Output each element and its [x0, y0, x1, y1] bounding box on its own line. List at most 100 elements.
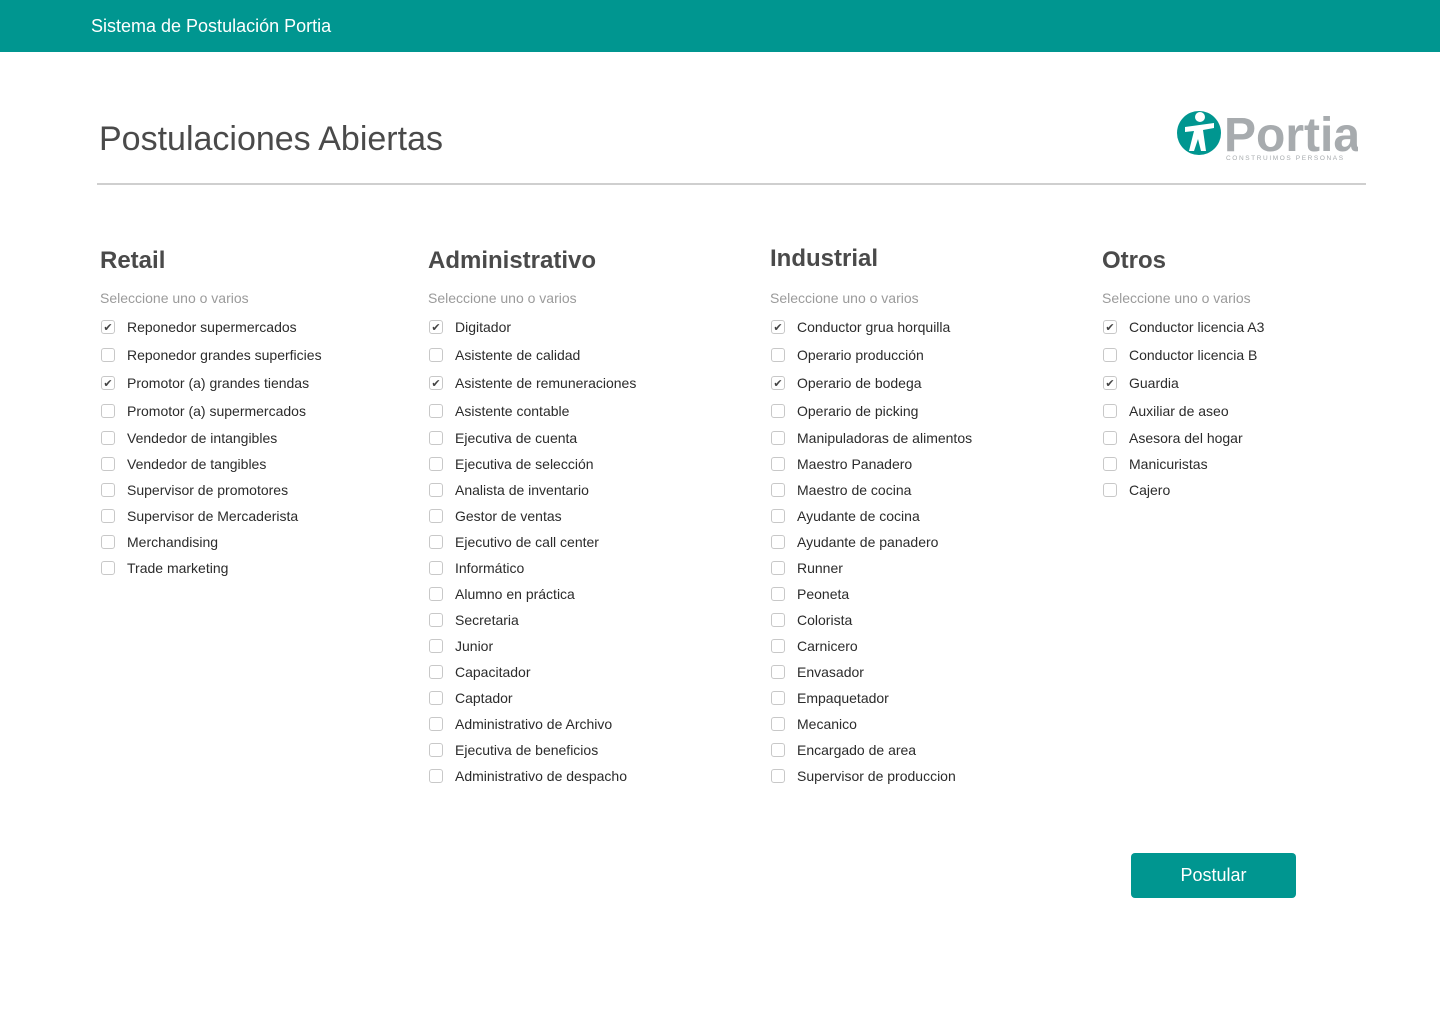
checkbox[interactable] — [1103, 376, 1117, 390]
checkbox[interactable] — [429, 665, 443, 679]
job-option[interactable]: Promotor (a) supermercados — [100, 397, 400, 425]
job-option[interactable]: Manipuladoras de alimentos — [770, 425, 1070, 451]
checkbox[interactable] — [101, 376, 115, 390]
checkbox[interactable] — [771, 613, 785, 627]
job-option[interactable]: Alumno en práctica — [428, 581, 728, 607]
checkbox[interactable] — [429, 769, 443, 783]
checkbox[interactable] — [771, 509, 785, 523]
checkbox[interactable] — [101, 509, 115, 523]
job-option[interactable]: Supervisor de promotores — [100, 477, 400, 503]
job-option[interactable]: Runner — [770, 555, 1070, 581]
checkbox[interactable] — [101, 483, 115, 497]
checkbox[interactable] — [429, 320, 443, 334]
checkbox[interactable] — [771, 587, 785, 601]
job-option[interactable]: Junior — [428, 633, 728, 659]
checkbox[interactable] — [429, 483, 443, 497]
checkbox[interactable] — [771, 483, 785, 497]
job-option[interactable]: Asistente de calidad — [428, 341, 728, 369]
checkbox[interactable] — [771, 561, 785, 575]
job-option[interactable]: Secretaria — [428, 607, 728, 633]
job-option[interactable]: Asistente de remuneraciones — [428, 369, 728, 397]
job-option[interactable]: Manicuristas — [1102, 451, 1402, 477]
job-option[interactable]: Trade marketing — [100, 555, 400, 581]
checkbox[interactable] — [771, 320, 785, 334]
job-option[interactable]: Analista de inventario — [428, 477, 728, 503]
checkbox[interactable] — [1103, 348, 1117, 362]
job-option[interactable]: Colorista — [770, 607, 1070, 633]
checkbox[interactable] — [1103, 404, 1117, 418]
checkbox[interactable] — [1103, 483, 1117, 497]
checkbox[interactable] — [771, 639, 785, 653]
job-option[interactable]: Maestro Panadero — [770, 451, 1070, 477]
checkbox[interactable] — [429, 743, 443, 757]
checkbox[interactable] — [429, 376, 443, 390]
job-option[interactable]: Encargado de area — [770, 737, 1070, 763]
checkbox[interactable] — [429, 535, 443, 549]
checkbox[interactable] — [429, 348, 443, 362]
job-option[interactable]: Auxiliar de aseo — [1102, 397, 1402, 425]
job-option[interactable]: Promotor (a) grandes tiendas — [100, 369, 400, 397]
job-option[interactable]: Ejecutiva de cuenta — [428, 425, 728, 451]
job-option[interactable]: Cajero — [1102, 477, 1402, 503]
checkbox[interactable] — [429, 457, 443, 471]
checkbox[interactable] — [101, 535, 115, 549]
job-option[interactable]: Conductor licencia B — [1102, 341, 1402, 369]
job-option[interactable]: Asistente contable — [428, 397, 728, 425]
checkbox[interactable] — [429, 509, 443, 523]
job-option[interactable]: Informático — [428, 555, 728, 581]
checkbox[interactable] — [771, 743, 785, 757]
job-option[interactable]: Operario producción — [770, 341, 1070, 369]
checkbox[interactable] — [1103, 431, 1117, 445]
job-option[interactable]: Mecanico — [770, 711, 1070, 737]
postular-button[interactable]: Postular — [1131, 853, 1296, 898]
job-option[interactable]: Ejecutiva de selección — [428, 451, 728, 477]
checkbox[interactable] — [101, 404, 115, 418]
job-option[interactable]: Empaquetador — [770, 685, 1070, 711]
job-option[interactable]: Operario de bodega — [770, 369, 1070, 397]
job-option[interactable]: Capacitador — [428, 659, 728, 685]
checkbox[interactable] — [429, 717, 443, 731]
job-option[interactable]: Ayudante de panadero — [770, 529, 1070, 555]
job-option[interactable]: Reponedor supermercados — [100, 313, 400, 341]
job-option[interactable]: Conductor licencia A3 — [1102, 313, 1402, 341]
checkbox[interactable] — [771, 691, 785, 705]
checkbox[interactable] — [101, 348, 115, 362]
job-option[interactable]: Merchandising — [100, 529, 400, 555]
checkbox[interactable] — [429, 404, 443, 418]
checkbox[interactable] — [1103, 320, 1117, 334]
checkbox[interactable] — [771, 404, 785, 418]
job-option[interactable]: Vendedor de tangibles — [100, 451, 400, 477]
job-option[interactable]: Reponedor grandes superficies — [100, 341, 400, 369]
job-option[interactable]: Carnicero — [770, 633, 1070, 659]
checkbox[interactable] — [101, 431, 115, 445]
job-option[interactable]: Administrativo de Archivo — [428, 711, 728, 737]
checkbox[interactable] — [771, 535, 785, 549]
job-option[interactable]: Captador — [428, 685, 728, 711]
checkbox[interactable] — [429, 639, 443, 653]
job-option[interactable]: Peoneta — [770, 581, 1070, 607]
job-option[interactable]: Administrativo de despacho — [428, 763, 728, 789]
job-option[interactable]: Digitador — [428, 313, 728, 341]
checkbox[interactable] — [771, 457, 785, 471]
checkbox[interactable] — [771, 665, 785, 679]
job-option[interactable]: Envasador — [770, 659, 1070, 685]
checkbox[interactable] — [101, 320, 115, 334]
checkbox[interactable] — [429, 613, 443, 627]
job-option[interactable]: Ejecutivo de call center — [428, 529, 728, 555]
job-option[interactable]: Conductor grua horquilla — [770, 313, 1070, 341]
checkbox[interactable] — [771, 717, 785, 731]
checkbox[interactable] — [1103, 457, 1117, 471]
checkbox[interactable] — [429, 561, 443, 575]
checkbox[interactable] — [429, 587, 443, 601]
job-option[interactable]: Operario de picking — [770, 397, 1070, 425]
checkbox[interactable] — [429, 691, 443, 705]
checkbox[interactable] — [771, 376, 785, 390]
job-option[interactable]: Gestor de ventas — [428, 503, 728, 529]
checkbox[interactable] — [771, 348, 785, 362]
checkbox[interactable] — [429, 431, 443, 445]
checkbox[interactable] — [101, 457, 115, 471]
job-option[interactable]: Supervisor de Mercaderista — [100, 503, 400, 529]
job-option[interactable]: Guardia — [1102, 369, 1402, 397]
checkbox[interactable] — [771, 769, 785, 783]
job-option[interactable]: Supervisor de produccion — [770, 763, 1070, 789]
